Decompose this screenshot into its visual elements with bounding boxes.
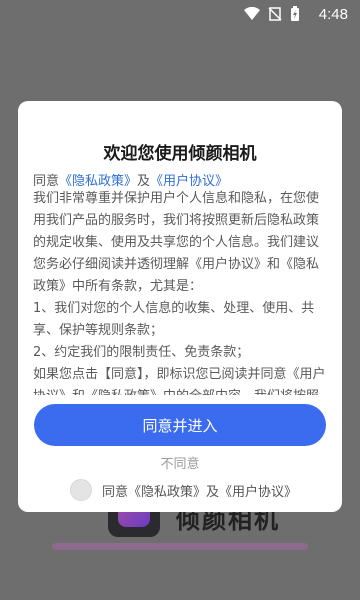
policy-paragraph: 1、我们对您的个人信息的收集、处理、使用、共享、保护等规则条款； <box>33 301 315 338</box>
privacy-policy-link[interactable]: 《隐私政策》 <box>59 174 137 189</box>
consent-checkbox-row[interactable]: 同意《隐私政策》及《用户协议》 <box>70 479 297 501</box>
agree-and-enter-button[interactable]: 同意并进入 <box>34 404 326 446</box>
dialog-title: 欢迎您使用倾颜相机 <box>103 144 257 164</box>
status-icons <box>244 6 300 22</box>
status-time: 4:48 <box>318 6 348 23</box>
user-agreement-link[interactable]: 《用户协议》 <box>150 174 228 189</box>
sim-no-signal-icon <box>268 7 282 21</box>
status-bar: 4:48 <box>0 0 360 28</box>
wifi-icon <box>244 7 260 21</box>
policy-paragraph: 如果您点击【同意】，即标识您已阅读并同意《用户协议》和《隐私政策》中的全部内容，… <box>33 367 326 395</box>
policy-paragraph: 我们非常尊重并保护用户个人信息和隐私，在您使用我们产品的服务时，我们将按照更新后… <box>33 191 320 294</box>
loading-bar <box>52 543 308 550</box>
disagree-button[interactable]: 不同意 <box>18 453 342 472</box>
privacy-dialog: 欢迎您使用倾颜相机 同意《隐私政策》及《用户协议》 我们非常尊重并保护用户个人信… <box>18 101 342 512</box>
policy-paragraph: 2、约定我们的限制责任、免责条款； <box>33 345 250 360</box>
consent-radio[interactable] <box>70 479 92 501</box>
policy-scroll-text[interactable]: 我们非常尊重并保护用户个人信息和隐私，在您使用我们产品的服务时，我们将按照更新后… <box>33 188 329 395</box>
agreement-links-line: 同意《隐私政策》及《用户协议》 <box>33 170 228 189</box>
battery-charging-icon <box>290 6 300 22</box>
and-text: 及 <box>137 174 151 189</box>
agree-prefix: 同意 <box>33 174 60 189</box>
consent-label: 同意《隐私政策》及《用户协议》 <box>102 484 298 500</box>
